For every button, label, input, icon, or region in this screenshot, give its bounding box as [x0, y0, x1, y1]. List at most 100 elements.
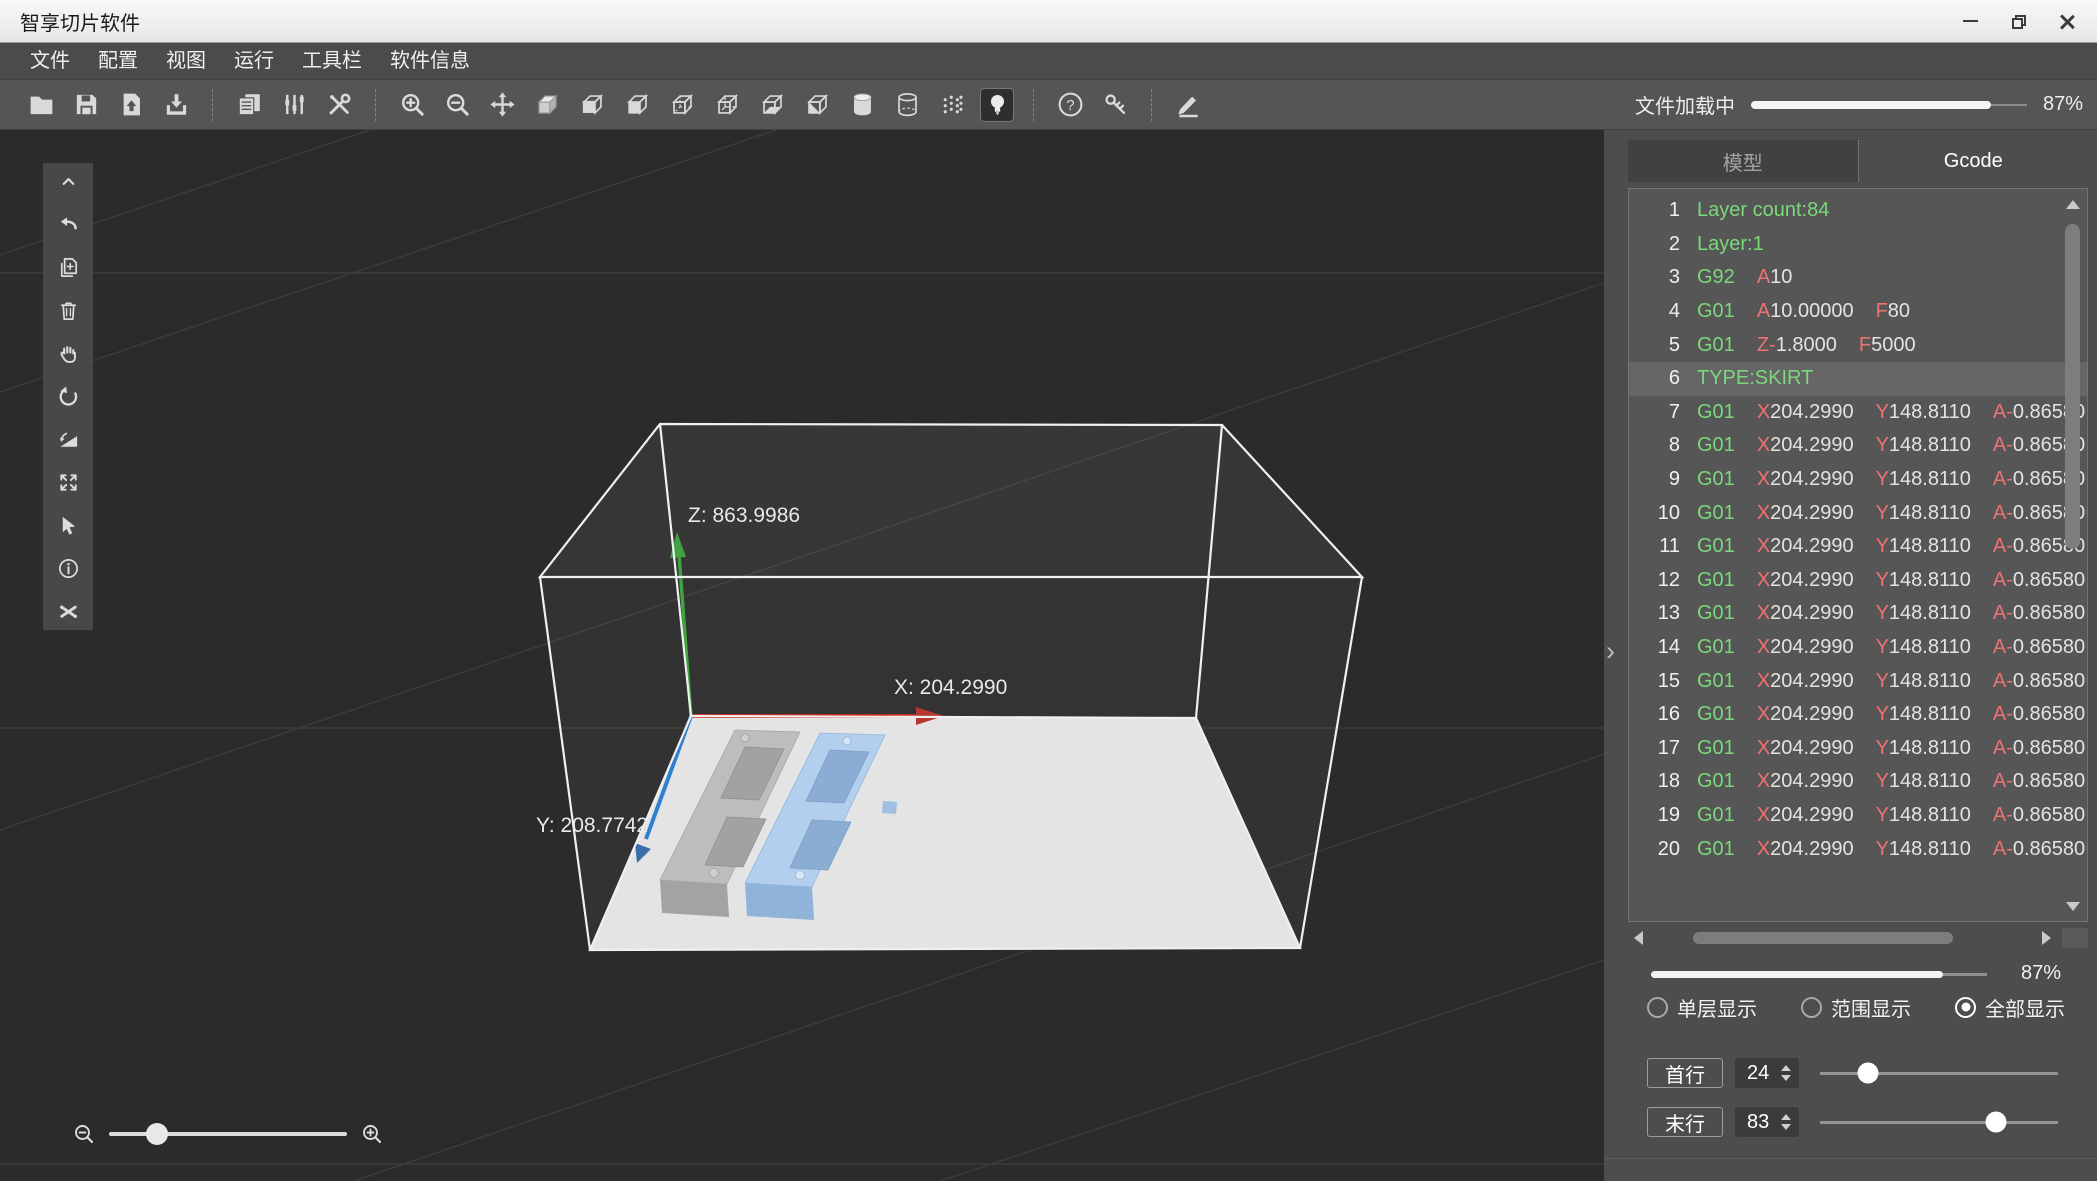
- view-cube-bottom-button[interactable]: [755, 88, 789, 122]
- minimize-button[interactable]: [1955, 6, 1985, 36]
- horizontal-scroll-track[interactable]: [1648, 928, 2036, 948]
- gcode-line[interactable]: 7G01X204.2990Y148.8110A-0.86580: [1629, 396, 2087, 430]
- zoom-in-icon[interactable]: [360, 1122, 384, 1146]
- tab-model[interactable]: 模型: [1628, 140, 1858, 182]
- menu-item[interactable]: 运行: [220, 43, 288, 79]
- rotate-button[interactable]: [55, 385, 81, 408]
- undo-button[interactable]: [55, 213, 81, 236]
- annotate-button[interactable]: [1171, 88, 1205, 122]
- tools-button[interactable]: [322, 88, 356, 122]
- gcode-line[interactable]: 3G92A10: [1629, 261, 2087, 295]
- view-cube-solid-button[interactable]: [530, 88, 564, 122]
- incline-rotate-button[interactable]: [55, 428, 81, 451]
- export-button[interactable]: [159, 88, 193, 122]
- move-view-button[interactable]: [485, 88, 519, 122]
- spinner-arrows-icon[interactable]: [1781, 1114, 1791, 1130]
- scroll-right-button[interactable]: [2036, 928, 2056, 948]
- view-cube-face-button[interactable]: [575, 88, 609, 122]
- gcode-line[interactable]: 11G01X204.2990Y148.8110A-0.86580: [1629, 530, 2087, 564]
- radio-unchecked[interactable]: 范围显示: [1801, 993, 1911, 1022]
- menu-item[interactable]: 视图: [152, 43, 220, 79]
- zoom-slider[interactable]: [109, 1132, 347, 1136]
- light-toggle-button[interactable]: [980, 88, 1014, 122]
- open-file-button[interactable]: [24, 88, 58, 122]
- spinner-arrows-icon[interactable]: [1781, 1065, 1791, 1081]
- fit-view-button[interactable]: [55, 471, 81, 494]
- pan-button[interactable]: [55, 342, 81, 365]
- gcode-line[interactable]: 15G01X204.2990Y148.8110A-0.86580: [1629, 664, 2087, 698]
- gcode-horizontal-scrollbar[interactable]: [1628, 928, 2088, 948]
- gcode-line[interactable]: 14G01X204.2990Y148.8110A-0.86580: [1629, 631, 2087, 665]
- save-button[interactable]: [69, 88, 103, 122]
- zoom-out-icon[interactable]: [72, 1122, 96, 1146]
- info-button[interactable]: [55, 557, 81, 580]
- first-line-button[interactable]: 首行: [1647, 1058, 1723, 1088]
- first-line-slider[interactable]: [1820, 1058, 2058, 1088]
- gcode-line[interactable]: 17G01X204.2990Y148.8110A-0.86580: [1629, 732, 2087, 766]
- gcode-line[interactable]: 1Layer count:84: [1629, 194, 2087, 228]
- license-key-button[interactable]: [1098, 88, 1132, 122]
- scroll-up-button[interactable]: [2062, 192, 2084, 216]
- vertical-scroll-thumb[interactable]: [2065, 224, 2080, 549]
- radio-circle-icon[interactable]: [1647, 997, 1668, 1018]
- gcode-line[interactable]: 2Layer:1: [1629, 228, 2087, 262]
- duplicate-button[interactable]: [232, 88, 266, 122]
- import-model-button[interactable]: [114, 88, 148, 122]
- gcode-line[interactable]: 10G01X204.2990Y148.8110A-0.86580: [1629, 496, 2087, 530]
- gcode-line[interactable]: 9G01X204.2990Y148.8110A-0.86580: [1629, 463, 2087, 497]
- scroll-left-button[interactable]: [1628, 928, 1648, 948]
- gcode-list[interactable]: 1Layer count:842Layer:13G92A104G01A10.00…: [1628, 188, 2088, 922]
- measure-button[interactable]: [55, 600, 81, 623]
- last-line-spinner[interactable]: 83: [1735, 1107, 1799, 1137]
- gcode-vertical-scrollbar[interactable]: [2062, 192, 2084, 918]
- last-line-slider[interactable]: [1820, 1107, 2058, 1137]
- view-cylinder-button[interactable]: [845, 88, 879, 122]
- menu-item[interactable]: 文件: [16, 43, 84, 79]
- restore-button[interactable]: [2003, 6, 2033, 36]
- gcode-line[interactable]: 16G01X204.2990Y148.8110A-0.86580: [1629, 698, 2087, 732]
- help-button[interactable]: ?: [1053, 88, 1087, 122]
- menu-item[interactable]: 配置: [84, 43, 152, 79]
- gcode-line[interactable]: 12G01X204.2990Y148.8110A-0.86580: [1629, 564, 2087, 598]
- radio-circle-icon[interactable]: [1955, 997, 1976, 1018]
- gcode-line[interactable]: 18G01X204.2990Y148.8110A-0.86580: [1629, 765, 2087, 799]
- radio-unchecked[interactable]: 单层显示: [1647, 993, 1757, 1022]
- view-cube-half-button[interactable]: [800, 88, 834, 122]
- zoom-out-button[interactable]: [440, 88, 474, 122]
- view-cube-open-button[interactable]: [620, 88, 654, 122]
- radio-circle-icon[interactable]: [1801, 997, 1822, 1018]
- gcode-line[interactable]: 6TYPE:SKIRT: [1629, 362, 2087, 396]
- parameters-button[interactable]: [277, 88, 311, 122]
- gcode-line[interactable]: 13G01X204.2990Y148.8110A-0.86580: [1629, 597, 2087, 631]
- zoom-in-button[interactable]: [395, 88, 429, 122]
- gcode-line[interactable]: 8G01X204.2990Y148.8110A-0.86580: [1629, 429, 2087, 463]
- gcode-line[interactable]: 4G01A10.00000F80: [1629, 295, 2087, 329]
- gcode-line[interactable]: 20G01X204.2990Y148.8110A-0.86580: [1629, 832, 2087, 866]
- scroll-down-button[interactable]: [2062, 894, 2084, 918]
- first-line-spinner[interactable]: 24: [1735, 1058, 1799, 1088]
- menu-item[interactable]: 工具栏: [288, 43, 376, 79]
- horizontal-scroll-thumb[interactable]: [1693, 932, 1953, 944]
- duplicate-model-button[interactable]: [55, 256, 81, 279]
- zoom-slider-thumb[interactable]: [146, 1123, 168, 1145]
- view-cube-dashed-button[interactable]: [710, 88, 744, 122]
- last-line-slider-thumb[interactable]: [1986, 1112, 2007, 1133]
- select-button[interactable]: [55, 514, 81, 537]
- viewport-3d[interactable]: Z: 863.9986 X: 204.2990 Y: 208.7742: [0, 130, 1604, 1181]
- last-line-button[interactable]: 末行: [1647, 1107, 1723, 1137]
- gcode-progress-bar[interactable]: [1651, 971, 1987, 978]
- collapse-up-button[interactable]: [55, 170, 81, 193]
- view-cube-dotted-button[interactable]: [665, 88, 699, 122]
- tab-gcode[interactable]: Gcode: [1858, 140, 2089, 182]
- gcode-line[interactable]: 5G01Z-1.8000F5000: [1629, 328, 2087, 362]
- first-line-slider-thumb[interactable]: [1857, 1063, 1878, 1084]
- view-cylinder-wire-button[interactable]: [890, 88, 924, 122]
- gcode-token: Y: [1876, 502, 1889, 525]
- panel-collapse-chevron[interactable]: ›: [1606, 638, 1615, 665]
- close-button[interactable]: [2051, 6, 2081, 36]
- delete-model-button[interactable]: [55, 299, 81, 322]
- menu-item[interactable]: 软件信息: [376, 43, 484, 79]
- gcode-line[interactable]: 19G01X204.2990Y148.8110A-0.86580: [1629, 799, 2087, 833]
- view-points-button[interactable]: [935, 88, 969, 122]
- radio-checked[interactable]: 全部显示: [1955, 993, 2065, 1022]
